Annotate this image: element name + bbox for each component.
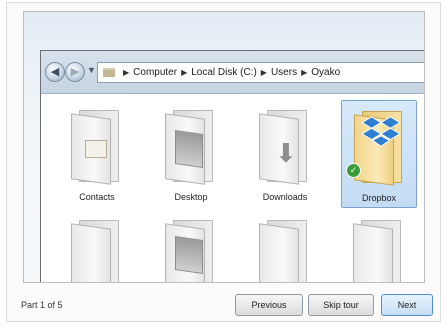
folder-label: Dropbox xyxy=(361,193,397,203)
desktop-folder-icon xyxy=(165,110,215,185)
folder-grid: Contacts Desktop ⬇ Downloads ✓ Dropbox xyxy=(41,94,424,282)
folder-icon xyxy=(71,220,121,282)
breadcrumb-computer: Computer xyxy=(133,67,178,78)
sync-check-icon: ✓ xyxy=(346,163,361,178)
next-button[interactable]: Next xyxy=(381,294,433,316)
contacts-folder-icon xyxy=(71,110,121,185)
breadcrumb-arrow-icon: ▶ xyxy=(181,68,188,77)
folder-icon xyxy=(259,220,309,282)
tour-dialog: ◀ ▶ ▼ ▶ Computer ▶ Local Disk (C:) ▶ Use… xyxy=(6,2,441,322)
breadcrumb-users: Users xyxy=(270,67,298,78)
tour-illustration: ◀ ▶ ▼ ▶ Computer ▶ Local Disk (C:) ▶ Use… xyxy=(23,11,425,283)
part-indicator: Part 1 of 5 xyxy=(21,300,63,310)
folder-row2-1 xyxy=(59,210,135,282)
folder-panel-icon xyxy=(175,236,203,274)
folder-contacts: Contacts xyxy=(59,100,135,208)
folder-row2-4 xyxy=(341,210,417,282)
folder-row2-3 xyxy=(247,210,323,282)
folder-icon xyxy=(165,220,215,282)
desktop-panel-icon xyxy=(175,130,203,168)
folder-icon xyxy=(353,220,403,282)
breadcrumb-user: Oyako xyxy=(311,67,341,78)
tour-footer: Part 1 of 5 Previous Skip tour Next xyxy=(7,285,440,321)
address-bar: ▶ Computer ▶ Local Disk (C:) ▶ Users ▶ O… xyxy=(97,62,424,83)
explorer-window: ◀ ▶ ▼ ▶ Computer ▶ Local Disk (C:) ▶ Use… xyxy=(40,50,424,282)
breadcrumb-arrow-icon: ▶ xyxy=(123,68,130,77)
back-arrow-icon: ◀ xyxy=(45,62,65,82)
chevron-down-icon: ▼ xyxy=(87,65,96,75)
folder-dropbox: ✓ Dropbox xyxy=(341,100,417,208)
dropbox-logo-icon xyxy=(362,116,400,147)
previous-button[interactable]: Previous xyxy=(235,294,303,316)
folder-label: Contacts xyxy=(79,192,115,202)
contact-card-icon xyxy=(85,140,107,158)
folder-desktop: Desktop xyxy=(153,100,229,208)
folder-label: Downloads xyxy=(262,192,308,202)
downloads-folder-icon: ⬇ xyxy=(259,110,309,185)
breadcrumb-arrow-icon: ▶ xyxy=(301,68,308,77)
breadcrumb-arrow-icon: ▶ xyxy=(260,68,267,77)
folder-label: Desktop xyxy=(174,192,208,202)
skip-tour-button[interactable]: Skip tour xyxy=(308,294,374,316)
folder-row2-2 xyxy=(153,210,229,282)
download-arrow-icon: ⬇ xyxy=(275,138,297,168)
folder-icon xyxy=(103,68,115,77)
breadcrumb-local-disk: Local Disk (C:) xyxy=(191,67,257,78)
folder-downloads: ⬇ Downloads xyxy=(247,100,323,208)
explorer-toolbar: ◀ ▶ ▼ ▶ Computer ▶ Local Disk (C:) ▶ Use… xyxy=(41,51,424,94)
forward-arrow-icon: ▶ xyxy=(65,62,85,82)
